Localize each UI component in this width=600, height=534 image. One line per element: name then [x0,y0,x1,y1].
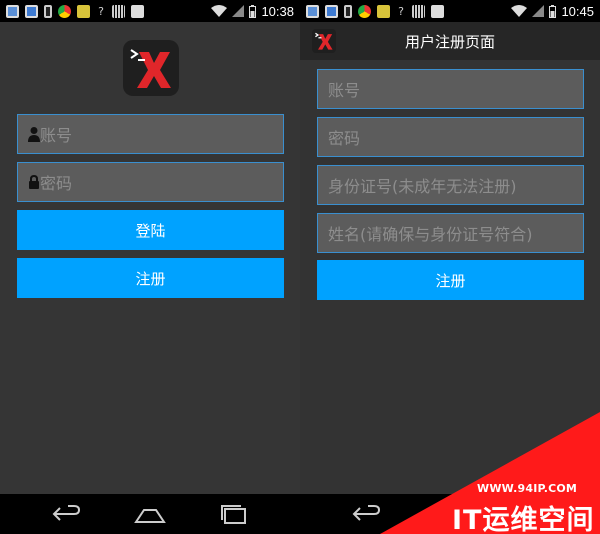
page-title: 用户注册页面 [404,32,495,51]
note-icon [377,4,390,18]
login-button[interactable]: 登陆 [17,210,284,250]
chrome-icon [58,4,71,18]
download-icon [431,4,444,18]
signal-icon [232,5,245,17]
register-button[interactable]: 注册 [317,260,584,300]
register-id-input[interactable]: 身份证号(未成年无法注册) [317,165,584,205]
photo-icon [25,4,38,18]
watermark-url: WWW.94IP.COM [477,482,578,495]
login-password-input[interactable]: 密码 [17,162,284,202]
app-logo [123,40,179,96]
photo-icon [325,4,338,18]
login-account-placeholder: 账号 [40,126,73,145]
login-screen: ? 10:38 账号 密码 登陆 注册 [0,0,300,494]
register-id-placeholder: 身份证号(未成年无法注册) [328,177,517,196]
login-account-input[interactable]: 账号 [17,114,284,154]
back-icon[interactable] [50,502,82,526]
register-name-input[interactable]: 姓名(请确保与身份证号符合) [317,213,584,253]
goto-register-button[interactable]: 注册 [17,258,284,298]
chrome-icon [358,4,371,18]
login-password-placeholder: 密码 [40,174,73,193]
recent-apps-icon[interactable] [218,502,250,526]
lock-icon [29,174,39,189]
register-account-input[interactable]: 账号 [317,69,584,109]
status-time: 10:45 [561,3,594,19]
battery-icon [549,4,557,18]
back-icon[interactable] [350,502,382,526]
home-icon[interactable] [134,502,166,526]
status-time: 10:38 [261,3,294,19]
action-bar: 用户注册页面 [300,22,600,60]
gallery-icon [306,4,319,18]
barcode-icon [112,4,125,18]
signal-icon [532,5,545,17]
register-password-placeholder: 密码 [328,129,361,148]
barcode-icon [412,4,425,18]
question-icon: ? [98,4,104,18]
download-icon [131,4,144,18]
status-bar: ? 10:45 [300,0,600,22]
status-bar: ? 10:38 [0,0,300,22]
watermark-name: IT运维空间 [452,505,595,534]
battery-icon [249,4,257,18]
phone-icon [44,4,52,18]
gallery-icon [6,4,19,18]
register-password-input[interactable]: 密码 [317,117,584,157]
wifi-icon [211,5,228,17]
question-icon: ? [398,4,404,18]
note-icon [77,4,90,18]
person-icon [28,127,40,142]
phone-icon [344,4,352,18]
register-account-placeholder: 账号 [328,81,361,100]
wifi-icon [511,5,528,17]
register-name-placeholder: 姓名(请确保与身份证号符合) [328,225,533,244]
